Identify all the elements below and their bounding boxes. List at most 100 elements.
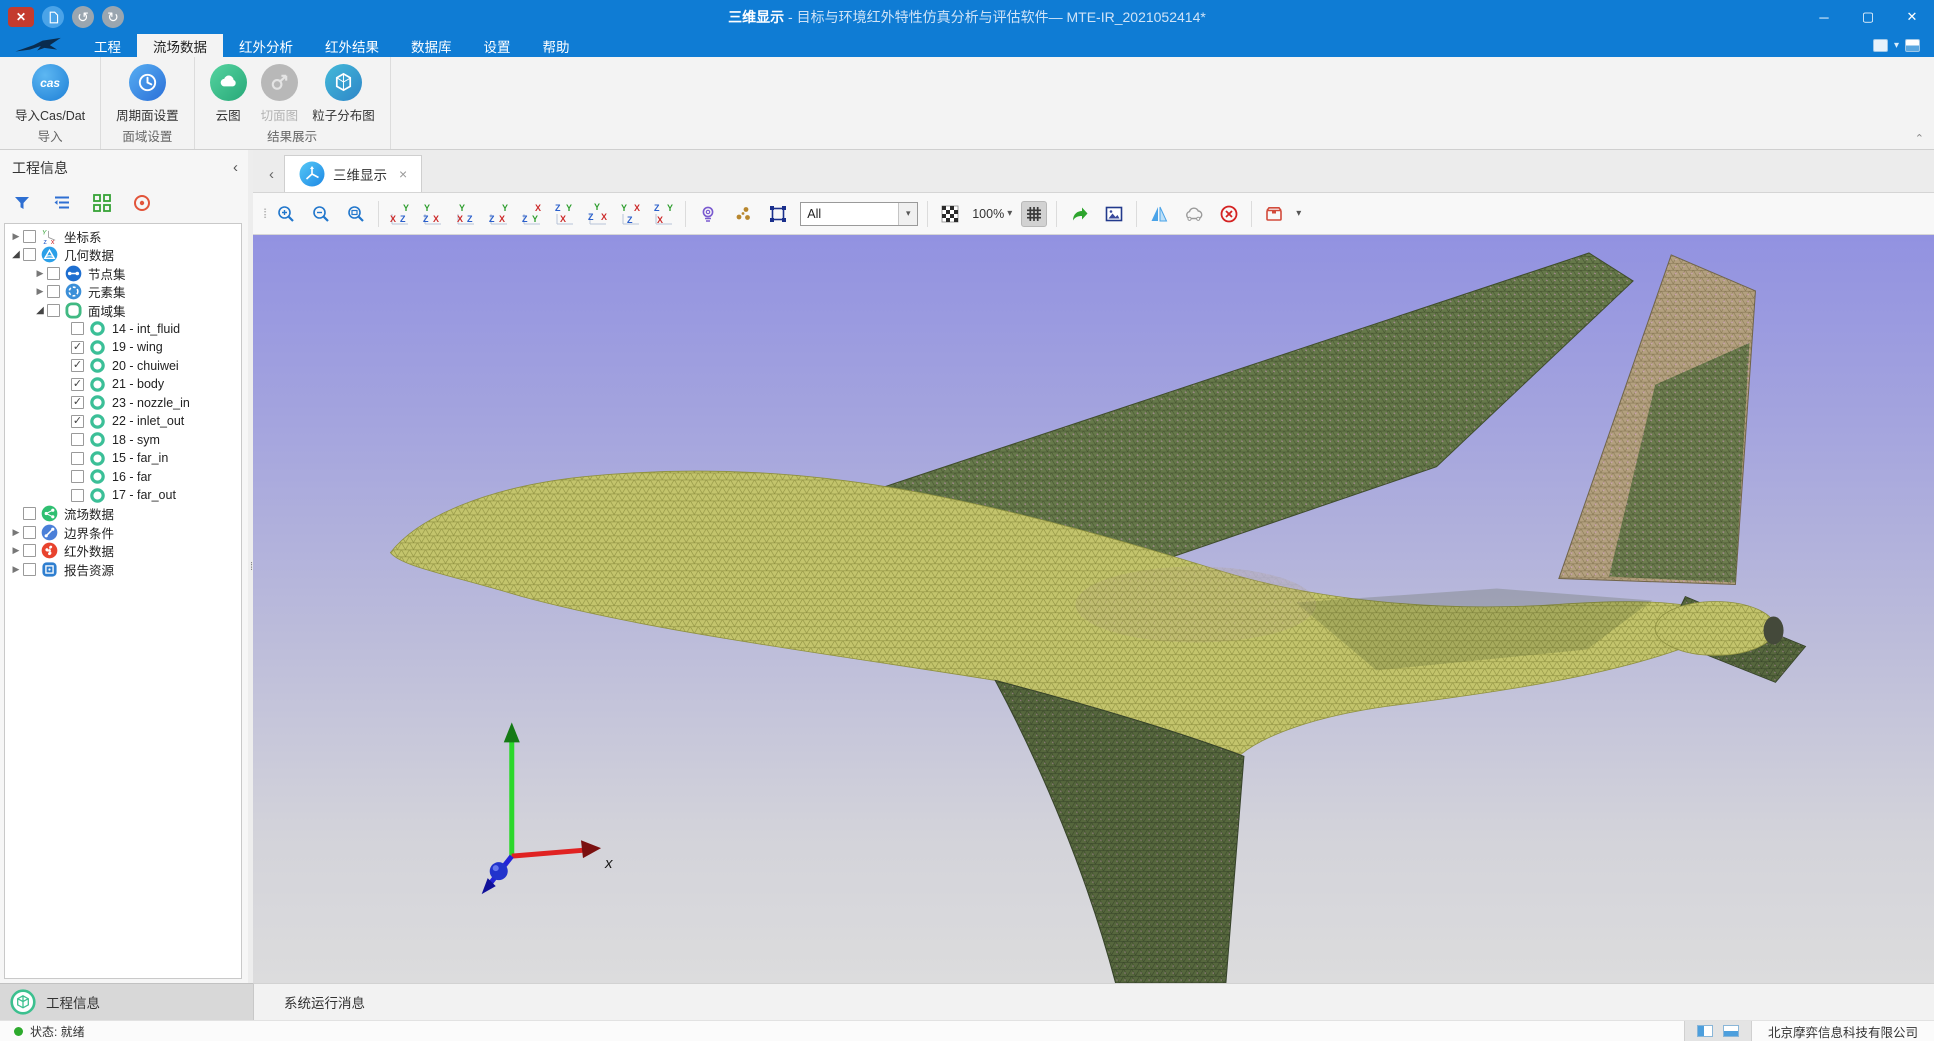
document-icon[interactable] [42,6,64,28]
tree-item[interactable]: 17 - far_out [5,486,241,505]
tree-expander-icon[interactable]: ▶ [33,268,47,279]
tree-item[interactable]: ◢面域集 [5,301,241,320]
maximize-button[interactable]: ▢ [1846,0,1890,34]
tree-expander-icon[interactable]: ◢ [9,249,23,260]
theme-icon[interactable] [1873,39,1888,52]
ribbon-button[interactable]: 周期面设置 [111,62,184,126]
tree-item[interactable]: ▶节点集 [5,264,241,283]
tab-close-icon[interactable]: × [399,166,407,182]
export-button[interactable] [1066,201,1092,227]
tree-checkbox[interactable] [47,267,60,280]
view-back-button[interactable]: ZXY [421,202,445,226]
tree-item[interactable]: ✓23 - nozzle_in [5,394,241,413]
tree-expander-icon[interactable]: ▶ [9,527,23,538]
undo-icon[interactable]: ↺ [72,6,94,28]
tree-checkbox[interactable] [47,304,60,317]
ribbon-button[interactable]: cas导入Cas/Dat [10,62,90,126]
tree-item[interactable]: ◢几何数据 [5,246,241,265]
save-scene-button[interactable] [1261,201,1287,227]
tab-3d-display[interactable]: 三维显示 × [284,155,422,192]
tree-checkbox[interactable] [71,489,84,502]
tree-item[interactable]: 18 - sym [5,431,241,450]
snapshot-button[interactable] [1101,201,1127,227]
view-right-button[interactable]: ZXY [487,202,511,226]
tree-item[interactable]: ▶Yzx坐标系 [5,227,241,246]
zoom-out-button[interactable] [308,201,334,227]
theme-caret-icon[interactable]: ▾ [1894,40,1899,51]
toolbar-drag-handle[interactable]: ⁞⁞ [263,206,264,221]
combo-dropdown-icon[interactable]: ▾ [898,203,917,225]
tree-item[interactable]: 15 - far_in [5,449,241,468]
tree-expander-icon[interactable]: ▶ [9,545,23,556]
tree-checkbox[interactable] [23,248,36,261]
tree-checkbox[interactable] [71,470,84,483]
tree-item[interactable]: 流场数据 [5,505,241,524]
clear-button[interactable] [1216,201,1242,227]
menu-item-4[interactable]: 红外结果 [309,34,395,57]
grid4-icon[interactable] [92,193,112,213]
ribbon-button[interactable]: 粒子分布图 [307,62,380,126]
tab-scroll-left-icon[interactable]: ‹ [269,166,274,183]
redo-icon[interactable]: ↻ [102,6,124,28]
tree-checkbox[interactable] [47,285,60,298]
view-top-button[interactable]: ZYX [520,202,544,226]
zoom-in-button[interactable] [273,201,299,227]
tree-checkbox[interactable]: ✓ [71,359,84,372]
app-menu-button[interactable]: ✕ [8,7,34,27]
tree-checkbox[interactable] [23,563,36,576]
view-iso-3-button[interactable]: ZYX [652,202,676,226]
outline-icon[interactable] [52,193,72,213]
menu-item-2[interactable]: 流场数据 [137,34,223,57]
menu-item-1[interactable]: 工程 [78,34,137,57]
tree-checkbox[interactable] [23,544,36,557]
tree-expander-icon[interactable]: ▶ [9,564,23,575]
tree-checkbox[interactable] [71,452,84,465]
mesh-grid-toggle[interactable] [1021,201,1047,227]
filter-icon[interactable] [12,193,32,213]
menu-item-5[interactable]: 数据库 [395,34,468,57]
viewport-3d[interactable]: x [253,235,1934,983]
menu-item-3[interactable]: 红外分析 [223,34,309,57]
tree-item[interactable]: ✓20 - chuiwei [5,357,241,376]
tree-item[interactable]: ✓22 - inlet_out [5,412,241,431]
menu-item-7[interactable]: 帮助 [527,34,586,57]
view-iso-1-button[interactable]: ZXY [586,202,610,226]
light-button[interactable] [695,201,721,227]
ribbon-button[interactable]: 云图 [205,62,252,126]
tree-item[interactable]: ▶红外数据 [5,542,241,561]
tree-item[interactable]: ✓21 - body [5,375,241,394]
tree-expander-icon[interactable]: ▶ [9,231,23,242]
tree-checkbox[interactable]: ✓ [71,341,84,354]
tree-item[interactable]: 14 - int_fluid [5,320,241,339]
tree-checkbox[interactable] [23,526,36,539]
tree-expander-icon[interactable]: ◢ [33,305,47,316]
tree-checkbox[interactable] [71,433,84,446]
layout-left-icon[interactable] [1697,1025,1713,1037]
tree-item[interactable]: ▶报告资源 [5,560,241,579]
tree-item[interactable]: ▶元素集 [5,283,241,302]
view-left-button[interactable]: XZY [454,202,478,226]
cloud-display-button[interactable] [1181,201,1207,227]
display-filter-combo[interactable]: All ▾ [800,202,918,226]
menu-item-6[interactable]: 设置 [468,34,527,57]
target-icon[interactable] [132,193,152,213]
mirror-button[interactable] [1146,201,1172,227]
tree-item[interactable]: ▶边界条件 [5,523,241,542]
tree-checkbox[interactable]: ✓ [71,415,84,428]
zoom-fit-button[interactable] [343,201,369,227]
tree-checkbox[interactable]: ✓ [71,396,84,409]
tree-item[interactable]: ✓19 - wing [5,338,241,357]
panel-collapse-button[interactable]: ‹ [233,159,238,176]
layout-icon[interactable] [1905,39,1920,52]
box-select-button[interactable] [765,201,791,227]
tree-checkbox[interactable] [71,322,84,335]
transparency-button[interactable] [937,201,963,227]
minimize-button[interactable]: ─ [1802,0,1846,34]
tree-expander-icon[interactable]: ▶ [33,286,47,297]
save-caret-icon[interactable]: ▾ [1296,208,1301,219]
tree-checkbox[interactable] [23,507,36,520]
tree-item[interactable]: 16 - far [5,468,241,487]
ribbon-collapse-button[interactable]: ⌃ [1915,132,1924,145]
view-bottom-button[interactable]: ZYX [553,202,577,226]
tree-checkbox[interactable]: ✓ [71,378,84,391]
